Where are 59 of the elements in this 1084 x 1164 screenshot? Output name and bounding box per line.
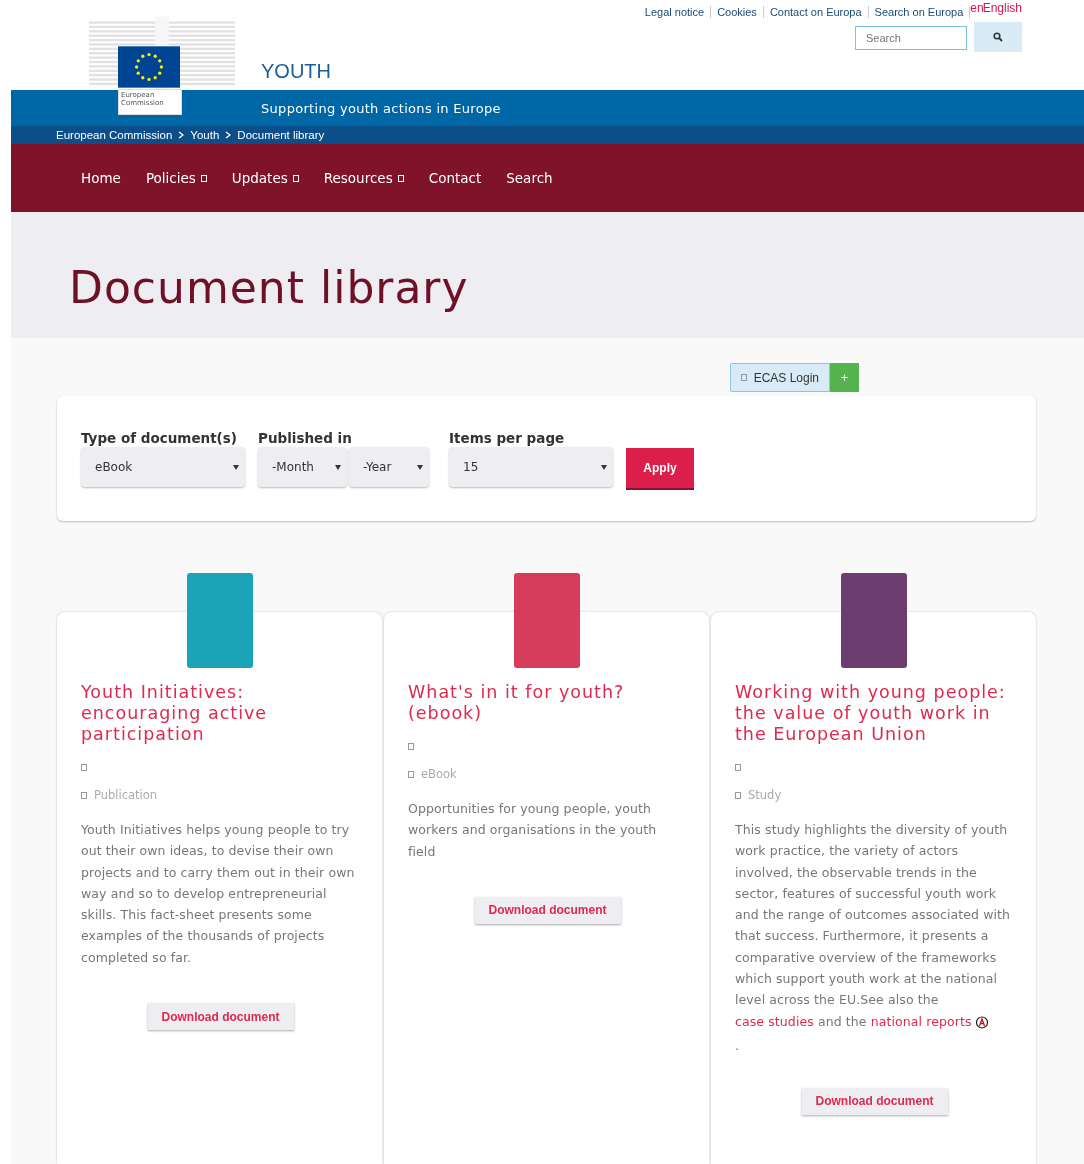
caret-icon xyxy=(601,464,607,470)
nav-item[interactable]: Policies xyxy=(145,170,207,186)
date-icon xyxy=(408,742,414,750)
top-link[interactable]: Legal notice xyxy=(638,6,712,18)
caret-icon xyxy=(335,464,341,470)
dropdown-select[interactable]: eBook xyxy=(81,447,245,487)
dropdown-select[interactable]: 15 xyxy=(449,447,613,487)
filter-label: Type of document(s) xyxy=(81,430,238,446)
breadcrumb-link[interactable]: Document library xyxy=(237,129,325,141)
login-icon xyxy=(740,374,747,381)
login-button[interactable]: ECAS Login xyxy=(729,363,830,392)
document-description: Opportunities for young people, youth workers and organisations in the youth field xyxy=(408,800,658,861)
nav-item[interactable]: Search xyxy=(506,170,553,186)
search-icon xyxy=(993,32,1003,42)
document-title-link[interactable]: What's in it for youth? (ebook) xyxy=(408,682,687,724)
site-subtitle: Supporting youth actions in Europe xyxy=(261,100,501,116)
top-link[interactable]: Search on Europa xyxy=(868,6,971,18)
dropdown-select[interactable]: -Year xyxy=(349,447,429,487)
top-link[interactable]: Contact on Europa xyxy=(763,6,869,18)
dropdown-select[interactable]: -Month xyxy=(258,447,347,487)
nav-item[interactable]: Contact xyxy=(428,170,482,186)
search-field[interactable]: Search xyxy=(855,26,967,50)
search-button[interactable] xyxy=(974,22,1022,52)
document-type: Publication xyxy=(94,788,158,802)
pdf-icon xyxy=(975,1015,988,1029)
date-icon xyxy=(81,763,87,771)
document-type: eBook xyxy=(421,767,457,781)
caret-icon xyxy=(233,464,239,470)
flag-icon[interactable] xyxy=(118,45,180,89)
top-link[interactable]: Cookies xyxy=(711,6,764,18)
text-link[interactable]: national reports xyxy=(870,1013,972,1029)
download-button[interactable]: Download document xyxy=(147,1003,294,1031)
download-button[interactable]: Download document xyxy=(474,896,621,924)
text-link[interactable]: case studies xyxy=(735,1013,814,1029)
period-text: . xyxy=(735,1037,741,1053)
chevron-icon xyxy=(178,131,185,139)
tag-icon xyxy=(735,791,741,799)
download-button[interactable]: Download document xyxy=(801,1087,948,1115)
document-description: Youth Initiatives helps young people to try out their own ideas, to devise their own projects and to carry them out in their own way and so to develop entrepreneurial skills. This fact-sheet presents some examples of the thousands of projects completed so far. xyxy=(81,821,356,967)
document-title-link[interactable]: Working with young people: the value of youth work in the European Union xyxy=(735,682,1014,745)
apply-button[interactable]: Apply xyxy=(626,448,694,490)
breadcrumb-link[interactable]: Youth xyxy=(190,129,220,141)
breadcrumb-link[interactable]: European Commission xyxy=(56,129,173,141)
page-title: Document library xyxy=(69,260,469,313)
caret-icon xyxy=(417,464,423,470)
document-description: This study highlights the diversity of youth work practice, the variety of actors involved, the observable trends in the sector, features of successful youth work and the range of outcomes associated with that success. Furthermore, it presents a comparative overview of the frameworks which support youth work at the national level across the EU.See also the case studies and the national reports xyxy=(735,821,1012,1031)
site-title: YOUTH xyxy=(261,60,331,83)
nav-item[interactable]: Updates xyxy=(231,170,299,186)
tag-icon xyxy=(408,770,414,778)
date-icon xyxy=(735,763,741,771)
tag-icon xyxy=(81,791,87,799)
language-selector[interactable]: enEnglish xyxy=(970,1,1022,15)
chevron-icon xyxy=(225,131,232,139)
nav-item[interactable]: Home xyxy=(81,170,121,186)
filter-label: Items per page xyxy=(449,430,566,446)
nav-item[interactable]: Resources xyxy=(323,170,404,186)
filter-label: Published in xyxy=(258,430,353,446)
document-type: Study xyxy=(748,788,782,802)
document-title-link[interactable]: Youth Initiatives: encouraging active participation xyxy=(81,682,360,745)
